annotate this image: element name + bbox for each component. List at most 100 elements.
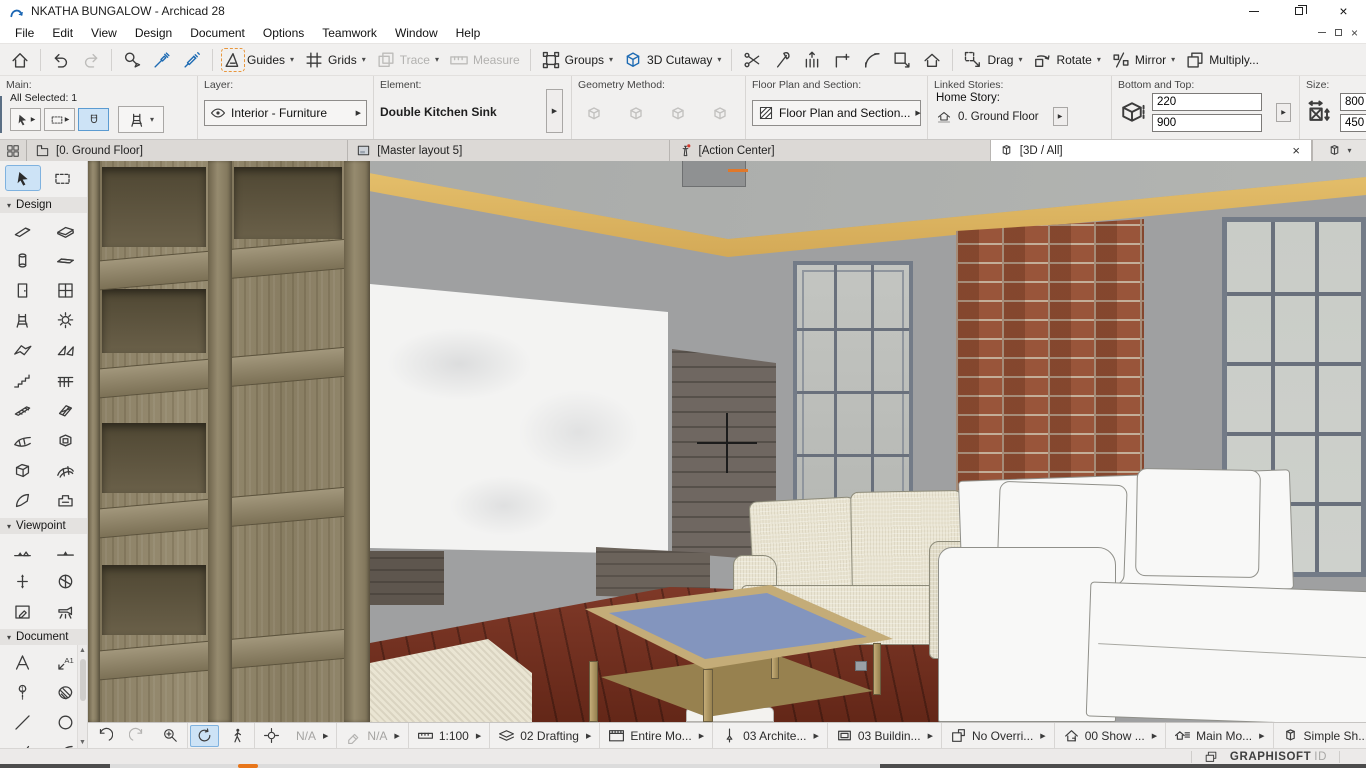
- groups-button[interactable]: Groups▾: [536, 47, 618, 73]
- surface-tool[interactable]: [46, 455, 84, 485]
- column-tool[interactable]: [3, 245, 41, 275]
- intersect-button[interactable]: [827, 47, 857, 73]
- structure-display-button[interactable]: Entire Mo...▶: [600, 723, 712, 748]
- shell-tool[interactable]: [46, 335, 84, 365]
- beam-tool[interactable]: [46, 245, 84, 275]
- roof-tool[interactable]: [3, 335, 41, 365]
- fillet-button[interactable]: [857, 47, 887, 73]
- home-button[interactable]: [5, 47, 35, 73]
- skylight-tool[interactable]: [46, 395, 84, 425]
- fit-in-window-button[interactable]: [255, 723, 288, 748]
- pick-up-parameters-button[interactable]: [147, 47, 177, 73]
- window-tool[interactable]: [46, 275, 84, 305]
- zoom-in-button[interactable]: [154, 723, 187, 748]
- minimize-button[interactable]: [1231, 0, 1276, 22]
- bottom-top-browse-button[interactable]: ▶: [1276, 103, 1291, 122]
- model-view-options-button[interactable]: Main Mo...▶: [1166, 723, 1272, 748]
- dimension-style-button[interactable]: 03 Buildin...▶: [828, 723, 941, 748]
- close-tab-icon[interactable]: ×: [1289, 144, 1303, 157]
- menu-teamwork[interactable]: Teamwork: [313, 23, 386, 43]
- graphisoft-id-button[interactable]: GRAPHISOFTID: [1230, 751, 1327, 763]
- multiply-button[interactable]: Multiply...: [1180, 47, 1264, 73]
- stair-tool[interactable]: [3, 365, 41, 395]
- doc-restore-icon[interactable]: [1335, 29, 1342, 36]
- shell-curved-tool[interactable]: [3, 485, 41, 515]
- bottom-offset-input[interactable]: [1152, 93, 1262, 111]
- detail-tool[interactable]: [3, 596, 41, 626]
- doc-close-icon[interactable]: ×: [1351, 27, 1358, 39]
- undo-button[interactable]: [46, 47, 76, 73]
- infobox-handle[interactable]: [0, 96, 2, 133]
- menu-file[interactable]: File: [6, 23, 43, 43]
- explore-button[interactable]: [221, 723, 254, 748]
- scroll-up-icon[interactable]: ▲: [78, 647, 87, 654]
- resize-button[interactable]: [887, 47, 917, 73]
- top-offset-input[interactable]: [1152, 114, 1262, 132]
- split-button[interactable]: [737, 47, 767, 73]
- zone-tool[interactable]: [46, 485, 84, 515]
- scroll-thumb[interactable]: [80, 659, 86, 701]
- tab-action-center[interactable]: [Action Center]: [670, 140, 991, 161]
- elevation-tool[interactable]: [46, 536, 84, 566]
- view-back-button[interactable]: [88, 723, 121, 748]
- worksheet-tool[interactable]: [46, 566, 84, 596]
- close-button[interactable]: ×: [1321, 0, 1366, 22]
- layer-selector[interactable]: Interior - Furniture ▶: [204, 100, 367, 126]
- door-tool[interactable]: [3, 275, 41, 305]
- menu-edit[interactable]: Edit: [43, 23, 82, 43]
- doc-minimize-icon[interactable]: [1318, 32, 1326, 33]
- graphic-override-button[interactable]: No Overri...▶: [942, 723, 1054, 748]
- tab-ground-floor[interactable]: [0. Ground Floor]: [27, 140, 348, 161]
- menu-window[interactable]: Window: [386, 23, 447, 43]
- tab-master-layout[interactable]: [Master layout 5]: [348, 140, 669, 161]
- opening-tool[interactable]: [46, 425, 84, 455]
- dimension-tool[interactable]: 1: [3, 677, 41, 707]
- 3d-viewport[interactable]: [88, 161, 1366, 722]
- arrow-tool[interactable]: [5, 165, 41, 191]
- size-width-input[interactable]: [1340, 93, 1366, 111]
- scroll-down-icon[interactable]: ▼: [78, 739, 87, 746]
- toolbox-section-viewpoint[interactable]: ▾Viewpoint: [0, 518, 87, 534]
- polyline-tool[interactable]: [3, 737, 41, 748]
- orbit-button[interactable]: [190, 725, 219, 747]
- object-tool-dropdown[interactable]: ▾: [118, 106, 164, 133]
- cascade-windows-icon[interactable]: [1204, 750, 1218, 764]
- inject-parameters-button[interactable]: [177, 47, 207, 73]
- renovation-filter-button[interactable]: 00 Show ...▶: [1055, 723, 1165, 748]
- magnet-toggle-button[interactable]: [78, 108, 109, 131]
- find-select-button[interactable]: [117, 47, 147, 73]
- adjust-button[interactable]: [767, 47, 797, 73]
- lamp-tool[interactable]: [46, 305, 84, 335]
- object-tool[interactable]: [3, 305, 41, 335]
- toolbox-scrollbar[interactable]: ▲▼: [77, 645, 87, 748]
- tab-overview-button[interactable]: [0, 140, 27, 161]
- line-tool[interactable]: [3, 707, 41, 737]
- curtain-wall-tool[interactable]: [3, 395, 41, 425]
- menu-design[interactable]: Design: [126, 23, 181, 43]
- menu-view[interactable]: View: [82, 23, 126, 43]
- section-tool[interactable]: [3, 536, 41, 566]
- size-height-input[interactable]: [1340, 114, 1366, 132]
- toolbox-section-document[interactable]: ▾Document: [0, 629, 87, 645]
- restore-button[interactable]: [1276, 0, 1321, 22]
- drag-button[interactable]: Drag▾: [958, 47, 1027, 73]
- stretch-button[interactable]: [797, 47, 827, 73]
- marquee-tool[interactable]: [44, 165, 80, 191]
- text-tool[interactable]: [3, 647, 41, 677]
- rotate-button[interactable]: Rotate▾: [1027, 47, 1105, 73]
- tab-list-button[interactable]: ▾: [1312, 140, 1366, 161]
- slab-tool[interactable]: [46, 215, 84, 245]
- elevate-button[interactable]: [917, 47, 947, 73]
- element-settings-button[interactable]: ▶: [10, 108, 41, 131]
- 3d-cutaway-button[interactable]: 3D Cutaway▾: [618, 47, 726, 73]
- camera-tool[interactable]: [46, 596, 84, 626]
- menu-document[interactable]: Document: [181, 23, 254, 43]
- interior-elevation-tool[interactable]: [3, 566, 41, 596]
- toolbox-section-design[interactable]: ▾Design: [0, 197, 87, 213]
- morph-tool[interactable]: [3, 455, 41, 485]
- layer-combination-button[interactable]: 02 Drafting▶: [490, 723, 599, 748]
- guides-button[interactable]: Guides▾: [218, 47, 299, 73]
- menu-help[interactable]: Help: [447, 23, 490, 43]
- pen-set-button[interactable]: 03 Archite...▶: [713, 723, 827, 748]
- scale-button[interactable]: 1:100▶: [409, 723, 489, 748]
